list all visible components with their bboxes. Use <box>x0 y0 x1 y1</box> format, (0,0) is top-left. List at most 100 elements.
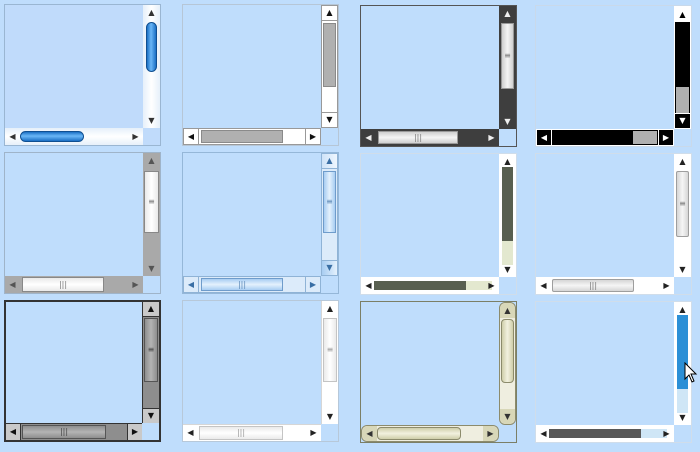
scroll-down-arrow-icon[interactable]: ▼ <box>143 113 160 128</box>
vertical-scroll-thumb[interactable]: ≡ <box>676 171 689 237</box>
vertical-scrollbar[interactable]: ▲ ≡ ▼ <box>321 153 338 276</box>
scroll-right-arrow-icon[interactable]: ▶ <box>484 277 499 294</box>
thumb-grip-icon: ||| <box>237 279 247 289</box>
vertical-scrollbar[interactable]: ▲ ≡ ▼ <box>674 154 691 277</box>
vertical-scroll-thumb[interactable]: ≡ <box>501 23 514 89</box>
scroll-left-arrow-icon[interactable]: ◀ <box>184 277 199 292</box>
horizontal-scrollbar[interactable]: ◀ ▶ <box>361 277 499 294</box>
horizontal-scroll-thumb[interactable]: ||| <box>22 277 104 292</box>
horizontal-scrollbar[interactable]: ◀ ▶ <box>536 425 674 442</box>
vertical-scrollbar[interactable]: ▲ ▼ <box>321 5 338 128</box>
scroll-up-arrow-icon[interactable]: ▲ <box>322 301 338 316</box>
scroll-right-arrow-icon[interactable]: ▶ <box>128 276 143 293</box>
horizontal-scroll-thumb[interactable]: ||| <box>552 279 634 292</box>
horizontal-scroll-thumb[interactable] <box>201 130 283 143</box>
scroll-up-arrow-icon[interactable]: ▲ <box>500 303 515 318</box>
scroll-left-arrow-icon[interactable]: ◀ <box>6 424 21 440</box>
vertical-scroll-thumb[interactable]: ≡ <box>144 171 159 233</box>
scroll-panel-white-soft: ▲ ≡ ▼ ◀ ||| ▶ <box>182 300 339 442</box>
scroll-right-arrow-icon[interactable]: ▶ <box>658 130 673 145</box>
scroll-up-arrow-icon[interactable]: ▲ <box>143 5 160 20</box>
scroll-down-arrow-icon[interactable]: ▼ <box>499 114 516 129</box>
scroll-right-arrow-icon[interactable]: ▶ <box>306 425 321 441</box>
horizontal-scroll-thumb[interactable]: ||| <box>201 278 283 291</box>
scroll-right-arrow-icon[interactable]: ▶ <box>483 426 498 441</box>
horizontal-scrollbar[interactable]: ◀ ||| ▶ <box>183 424 321 441</box>
vertical-scroll-thumb[interactable] <box>676 87 689 113</box>
horizontal-scroll-thumb[interactable] <box>633 131 657 144</box>
horizontal-scrollbar[interactable]: ◀ ▶ <box>361 425 499 442</box>
horizontal-scrollbar[interactable]: ◀ ▶ <box>536 129 674 146</box>
scroll-down-arrow-icon[interactable]: ▼ <box>143 408 159 423</box>
horizontal-scrollbar[interactable]: ◀ ||| ▶ <box>6 423 142 440</box>
scroll-right-arrow-icon[interactable]: ▶ <box>128 128 143 145</box>
scroll-down-arrow-icon[interactable]: ▼ <box>322 260 337 275</box>
scroll-down-arrow-icon[interactable]: ▼ <box>322 112 337 127</box>
vertical-scrollbar[interactable]: ▲ ▼ <box>143 5 160 128</box>
scroll-up-arrow-icon[interactable]: ▲ <box>674 154 691 169</box>
vertical-scrollbar[interactable]: ▲ ▼ <box>499 154 516 277</box>
scroll-down-arrow-icon[interactable]: ▼ <box>499 262 516 277</box>
vertical-scroll-thumb[interactable]: ≡ <box>323 171 336 233</box>
scroll-right-arrow-icon[interactable]: ▶ <box>305 129 320 144</box>
scroll-right-arrow-icon[interactable]: ▶ <box>659 277 674 294</box>
scroll-corner <box>321 424 338 441</box>
scroll-left-arrow-icon[interactable]: ◀ <box>362 426 377 441</box>
scroll-up-arrow-icon[interactable]: ▲ <box>143 153 160 168</box>
vertical-scroll-thumb[interactable] <box>502 167 513 241</box>
horizontal-scroll-thumb[interactable]: ||| <box>199 426 283 440</box>
horizontal-scrollbar[interactable]: ◀ ||| ▶ <box>536 277 674 294</box>
horizontal-scrollbar[interactable]: ◀ ||| ▶ <box>361 129 499 146</box>
vertical-scrollbar[interactable]: ▲ ▼ <box>674 6 691 129</box>
scroll-down-arrow-icon[interactable]: ▼ <box>674 262 691 277</box>
vertical-scroll-thumb[interactable] <box>323 23 336 87</box>
thumb-grip-icon: ≡ <box>148 197 155 206</box>
horizontal-scrollbar[interactable]: ◀ ▶ <box>183 128 321 145</box>
horizontal-scroll-thumb[interactable] <box>549 429 641 438</box>
horizontal-scrollbar[interactable]: ◀ ||| ▶ <box>183 276 321 293</box>
scroll-down-arrow-icon[interactable]: ▼ <box>674 410 691 425</box>
scroll-right-arrow-icon[interactable]: ▶ <box>484 129 499 146</box>
scroll-up-arrow-icon[interactable]: ▲ <box>499 6 516 21</box>
vertical-scroll-thumb[interactable] <box>146 22 157 72</box>
scroll-up-arrow-icon[interactable]: ▲ <box>675 7 690 22</box>
scroll-left-arrow-icon[interactable]: ◀ <box>5 128 20 145</box>
vertical-scrollbar[interactable]: ▲ ≡ ▼ <box>499 6 516 129</box>
scroll-left-arrow-icon[interactable]: ◀ <box>5 276 20 293</box>
scroll-left-arrow-icon[interactable]: ◀ <box>183 425 198 441</box>
horizontal-scroll-thumb[interactable] <box>20 131 84 142</box>
scroll-panel-white-minimal: ▲ ≡ ▼ ◀ ||| ▶ <box>535 153 692 295</box>
scroll-up-arrow-icon[interactable]: ▲ <box>322 154 337 169</box>
horizontal-scroll-thumb[interactable] <box>377 427 461 440</box>
thumb-grip-icon: ≡ <box>326 197 333 206</box>
scroll-panel-blue-flat: ▲ ▼ ◀ ▶ <box>535 301 692 443</box>
horizontal-scrollbar[interactable]: ◀ ▶ <box>5 128 143 145</box>
scroll-left-arrow-icon[interactable]: ◀ <box>184 129 199 144</box>
scroll-down-arrow-icon[interactable]: ▼ <box>322 409 338 424</box>
scroll-right-arrow-icon[interactable]: ▶ <box>305 277 320 292</box>
vertical-scroll-thumb[interactable]: ≡ <box>144 318 158 382</box>
scroll-left-arrow-icon[interactable]: ◀ <box>361 129 376 146</box>
vertical-scroll-thumb[interactable]: ≡ <box>323 318 337 382</box>
vertical-scroll-thumb[interactable] <box>501 319 514 383</box>
scroll-right-arrow-icon[interactable]: ▶ <box>127 424 142 440</box>
scroll-left-arrow-icon[interactable]: ◀ <box>536 277 551 294</box>
vertical-scrollbar[interactable]: ▲ ≡ ▼ <box>321 301 338 424</box>
scroll-left-arrow-icon[interactable]: ◀ <box>537 130 552 145</box>
scroll-right-arrow-icon[interactable]: ▶ <box>659 425 674 442</box>
scroll-down-arrow-icon[interactable]: ▼ <box>675 113 690 128</box>
scroll-corner <box>674 425 691 442</box>
vertical-scrollbar[interactable]: ▲ ≡ ▼ <box>142 302 159 423</box>
thumb-grip-icon: ≡ <box>147 345 155 354</box>
vertical-scrollbar[interactable]: ▲ ≡ ▼ <box>143 153 160 276</box>
horizontal-scrollbar[interactable]: ◀ ||| ▶ <box>5 276 143 293</box>
scroll-down-arrow-icon[interactable]: ▼ <box>143 261 160 276</box>
horizontal-scroll-thumb[interactable] <box>374 281 466 290</box>
scroll-up-arrow-icon[interactable]: ▲ <box>143 302 159 317</box>
vertical-scrollbar[interactable]: ▲ ▼ <box>499 302 516 425</box>
horizontal-scroll-thumb[interactable]: ||| <box>22 425 106 439</box>
horizontal-scroll-thumb[interactable]: ||| <box>378 131 458 144</box>
scroll-up-arrow-icon[interactable]: ▲ <box>322 6 337 21</box>
arrow-pointer-icon <box>684 362 698 383</box>
scroll-down-arrow-icon[interactable]: ▼ <box>500 409 515 424</box>
